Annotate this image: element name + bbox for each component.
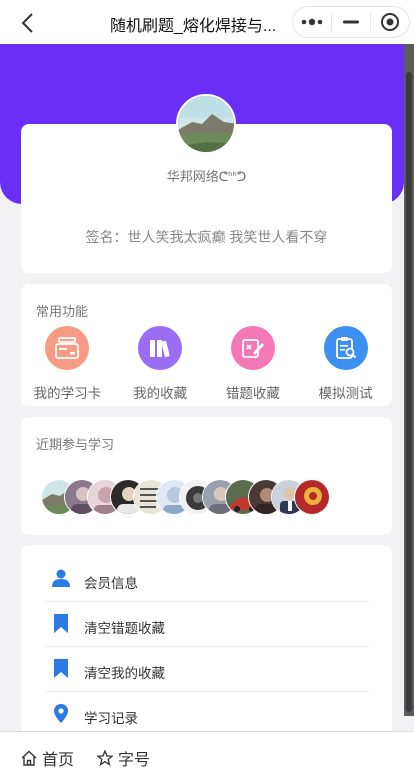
- star-icon: [96, 749, 114, 767]
- clipboard-search-icon: [323, 326, 368, 370]
- edit-note-icon: [230, 326, 275, 370]
- minus-icon: [343, 20, 359, 24]
- tab-font-size-label: 字号: [118, 752, 151, 769]
- home-icon: [20, 749, 38, 767]
- recent-learners-card: 近期参与学习: [21, 417, 392, 535]
- books-icon: [138, 326, 183, 370]
- function-label: 模拟测试: [318, 386, 373, 401]
- function-label: 我的收藏: [133, 386, 188, 401]
- function-mock-test[interactable]: 模拟测试: [299, 326, 392, 402]
- tab-home[interactable]: 首页: [20, 746, 74, 770]
- section-title: 常用功能: [36, 304, 89, 319]
- user-icon: [52, 568, 70, 588]
- close-button[interactable]: [371, 7, 409, 37]
- function-wrong-question-favorites[interactable]: 错题收藏: [207, 326, 300, 402]
- bottom-tab-bar: 首页 字号: [0, 731, 414, 780]
- menu-item-clear-my-favorites[interactable]: 清空我的收藏: [46, 647, 369, 692]
- target-close-icon: [381, 13, 399, 31]
- menu-item-label: 清空我的收藏: [84, 666, 165, 681]
- menu-item-label: 学习记录: [84, 711, 138, 726]
- tab-font-size[interactable]: 字号: [96, 746, 150, 770]
- function-label: 错题收藏: [225, 386, 280, 401]
- nav-bar: 随机刷题_熔化焊接与...: [0, 0, 414, 44]
- common-functions-card: 常用功能 我的学习卡 我的收藏 错题收藏 模拟测试: [21, 284, 392, 406]
- user-signature: 签名：世人笑我太疯癫 我笑世人看不穿: [85, 229, 328, 245]
- username: 华邦网络ᕦᑋᑋᕤ: [166, 169, 247, 184]
- location-pin-icon: [52, 703, 70, 723]
- function-my-favorites[interactable]: 我的收藏: [114, 326, 207, 402]
- tab-home-label: 首页: [42, 752, 75, 769]
- user-avatar[interactable]: [176, 94, 236, 154]
- settings-menu-card: 会员信息 清空错题收藏 清空我的收藏 学习记录: [21, 545, 392, 735]
- card-stack-icon: [45, 326, 90, 370]
- function-label: 我的学习卡: [33, 386, 102, 401]
- function-grid: 我的学习卡 我的收藏 错题收藏 模拟测试: [21, 326, 392, 402]
- menu-item-member-info[interactable]: 会员信息: [46, 557, 369, 602]
- minimize-button[interactable]: [332, 7, 370, 37]
- bookmark-icon: [52, 613, 70, 633]
- scrollbar-track: [404, 44, 414, 716]
- menu-item-label: 会员信息: [84, 576, 138, 591]
- more-dots-icon: [301, 18, 323, 26]
- mini-program-capsule: [292, 6, 410, 38]
- menu-item-clear-wrong-favorites[interactable]: 清空错题收藏: [46, 602, 369, 647]
- learner-avatar[interactable]: [294, 479, 330, 515]
- menu-item-label: 清空错题收藏: [84, 621, 165, 636]
- bookmark-icon: [52, 658, 70, 678]
- function-my-study-card[interactable]: 我的学习卡: [21, 326, 114, 402]
- section-title: 近期参与学习: [36, 437, 115, 452]
- page-title: 随机刷题_熔化焊接与...: [110, 18, 277, 35]
- chevron-left-icon: [21, 13, 33, 33]
- more-button[interactable]: [293, 7, 331, 37]
- back-button[interactable]: [14, 10, 40, 36]
- scrollbar-thumb[interactable]: [406, 72, 412, 712]
